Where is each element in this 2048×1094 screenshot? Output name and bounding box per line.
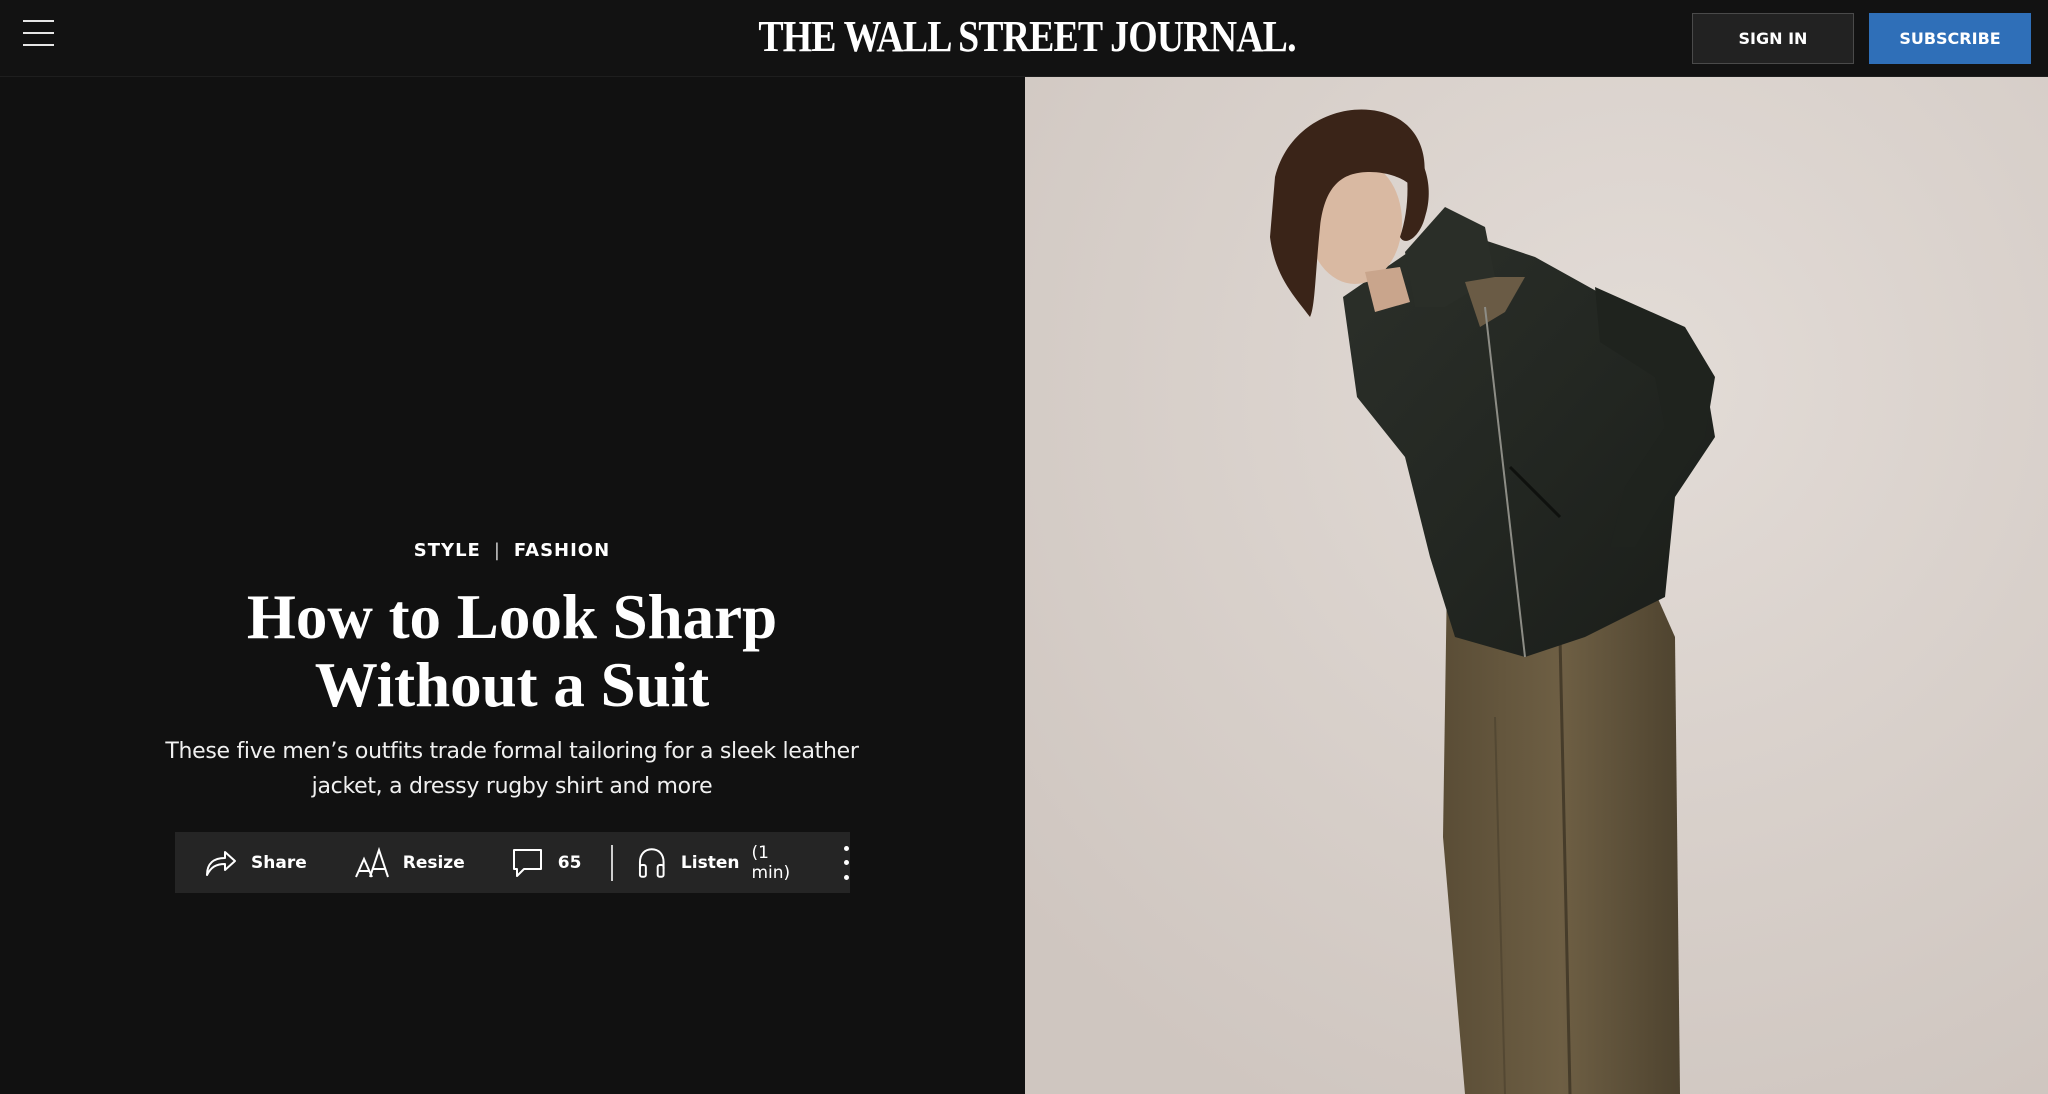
share-button[interactable]: Share (204, 849, 307, 877)
article-dek: These five men’s outfits trade formal ta… (165, 739, 859, 799)
share-label: Share (251, 852, 307, 873)
headphones-icon (639, 847, 665, 878)
comments-count: 65 (557, 852, 582, 873)
listen-button[interactable]: Listen (1 min) (637, 843, 812, 883)
comments-button[interactable]: 65 (512, 848, 582, 878)
resize-button[interactable]: Resize (354, 846, 465, 879)
model-photo-illustration (1025, 77, 2048, 1094)
tools-divider (611, 844, 614, 881)
section-link-style[interactable]: STYLE (414, 540, 481, 561)
subscribe-button[interactable]: SUBSCRIBE (1869, 13, 2031, 64)
listen-duration: (1 min) (751, 842, 791, 883)
resize-text-icon (354, 846, 389, 877)
comment-bubble-icon (512, 848, 542, 877)
hamburger-menu-icon[interactable] (23, 20, 54, 46)
site-header: THE WALL STREET JOURNAL. SIGN IN SUBSCRI… (0, 0, 2048, 77)
sign-in-button[interactable]: SIGN IN (1692, 13, 1854, 64)
article-headline: How to Look Sharp Without a Suit (246, 582, 778, 720)
share-arrow-icon (206, 850, 236, 876)
hero-image (1025, 77, 2048, 1094)
listen-label: Listen (680, 852, 740, 873)
section-labels: STYLE | FASHION (140, 540, 884, 561)
more-vertical-icon[interactable] (842, 845, 850, 880)
resize-label: Resize (402, 852, 465, 873)
section-separator: | (493, 540, 501, 561)
article-tools-bar: Share Resize 65 Listen (1 min) (175, 832, 850, 893)
section-link-fashion[interactable]: FASHION (514, 540, 610, 561)
wsj-logo[interactable]: THE WALL STREET JOURNAL. (746, 12, 1308, 62)
